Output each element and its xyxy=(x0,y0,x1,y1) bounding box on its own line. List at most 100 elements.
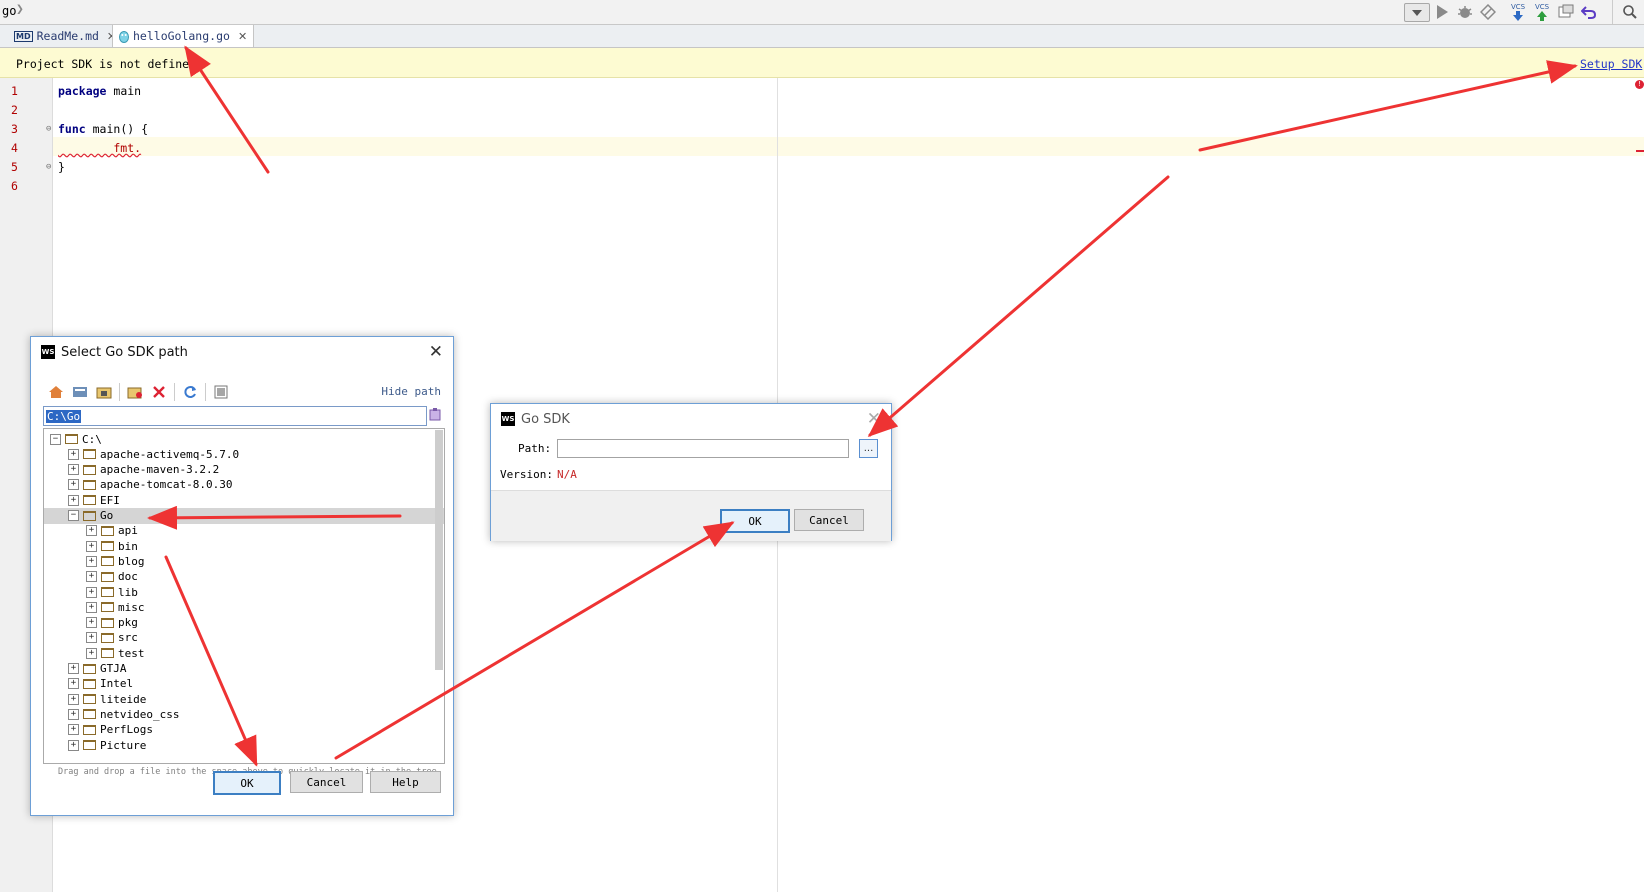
tree-node-label: lib xyxy=(118,585,138,599)
expand-icon[interactable]: + xyxy=(68,448,79,460)
tree-node[interactable]: + src xyxy=(44,630,444,646)
tree-node[interactable]: + doc xyxy=(44,569,444,585)
expand-icon[interactable]: + xyxy=(68,464,79,476)
tree-node[interactable]: + api xyxy=(44,523,444,539)
expand-icon[interactable]: + xyxy=(86,571,97,583)
tree-node[interactable]: + GTJA xyxy=(44,661,444,677)
desktop-icon[interactable] xyxy=(71,383,89,401)
breadcrumb-project[interactable]: go xyxy=(2,4,16,18)
tree-node-label: test xyxy=(118,646,145,660)
expand-icon[interactable]: + xyxy=(68,494,79,506)
close-icon[interactable]: ✕ xyxy=(238,30,247,43)
tree-node-label: apache-tomcat-8.0.30 xyxy=(100,478,233,492)
expand-icon[interactable]: + xyxy=(68,708,79,720)
tree-node[interactable]: + lib xyxy=(44,584,444,600)
browse-button[interactable]: ... xyxy=(859,439,878,458)
folder-icon xyxy=(101,602,114,613)
delete-icon[interactable] xyxy=(150,383,168,401)
code-line[interactable]: func main() { xyxy=(58,122,148,136)
run-button[interactable] xyxy=(1432,2,1452,22)
line-number: 2 xyxy=(11,103,18,117)
fold-marker-icon[interactable]: ⊖ xyxy=(46,124,51,134)
help-button[interactable]: Help xyxy=(370,771,441,793)
show-hidden-icon[interactable] xyxy=(212,383,230,401)
tree-node[interactable]: + blog xyxy=(44,553,444,569)
tree-node[interactable]: + Intel xyxy=(44,676,444,692)
tree-node-label: liteide xyxy=(100,692,147,706)
tree-node-label: Picture xyxy=(100,738,147,752)
project-folder-icon[interactable] xyxy=(95,383,113,401)
sdk-path-input[interactable] xyxy=(557,439,849,458)
debug-button[interactable] xyxy=(1455,2,1475,22)
collapse-icon[interactable]: − xyxy=(68,510,79,521)
path-history-icon[interactable] xyxy=(429,407,441,424)
code-line[interactable]: } xyxy=(58,160,65,174)
tree-node-label: misc xyxy=(118,600,145,614)
coverage-button[interactable] xyxy=(1478,2,1498,22)
expand-icon[interactable]: + xyxy=(86,540,97,552)
tree-node[interactable]: + EFI xyxy=(44,492,444,508)
hide-path-link[interactable]: Hide path xyxy=(381,385,441,398)
expand-icon[interactable]: + xyxy=(86,586,97,598)
expand-icon[interactable]: + xyxy=(68,739,79,751)
tree-node[interactable]: + liteide xyxy=(44,691,444,707)
vcs-update-button[interactable]: VCS xyxy=(1508,2,1528,22)
code-line[interactable]: package main xyxy=(58,84,141,98)
tree-node[interactable]: + bin xyxy=(44,538,444,554)
search-button[interactable] xyxy=(1620,2,1640,22)
error-indicator-icon[interactable]: ! xyxy=(1635,80,1644,89)
tree-node[interactable]: + apache-maven-3.2.2 xyxy=(44,462,444,478)
tree-node[interactable]: + test xyxy=(44,645,444,661)
tree-node-label: GTJA xyxy=(100,662,127,675)
close-icon[interactable]: ✕ xyxy=(867,409,881,429)
tree-scrollbar[interactable] xyxy=(435,430,443,670)
tree-node[interactable]: + Picture xyxy=(44,737,444,753)
cancel-button[interactable]: Cancel xyxy=(794,509,864,531)
expand-icon[interactable]: + xyxy=(68,479,79,491)
new-folder-icon[interactable] xyxy=(126,383,144,401)
tab-hellogolang[interactable]: helloGolang.go ✕ xyxy=(112,25,255,47)
toolbar-separator xyxy=(119,383,120,401)
expand-icon[interactable]: + xyxy=(68,678,79,690)
fold-marker-icon[interactable]: ⊖ xyxy=(46,162,51,172)
run-config-dropdown[interactable] xyxy=(1404,3,1430,22)
tree-node[interactable]: + PerfLogs xyxy=(44,722,444,738)
expand-icon[interactable]: + xyxy=(68,663,79,674)
expand-icon[interactable]: + xyxy=(86,632,97,644)
path-input[interactable]: C:\Go xyxy=(43,406,427,426)
refresh-icon[interactable] xyxy=(181,383,199,401)
ok-button[interactable]: OK xyxy=(720,509,790,533)
expand-icon[interactable]: + xyxy=(86,601,97,613)
vcs-commit-button[interactable]: VCS xyxy=(1532,2,1552,22)
expand-icon[interactable]: + xyxy=(86,617,97,629)
tree-node[interactable]: + pkg xyxy=(44,615,444,631)
vcs-history-button[interactable] xyxy=(1556,2,1576,22)
setup-sdk-link[interactable]: Setup SDK xyxy=(1580,57,1642,71)
tree-node[interactable]: + netvideo_css xyxy=(44,706,444,722)
expand-icon[interactable]: + xyxy=(86,647,97,659)
ok-button[interactable]: OK xyxy=(213,771,281,795)
tree-node[interactable]: − C:\ xyxy=(44,431,435,447)
expand-icon[interactable]: + xyxy=(68,693,79,705)
tree-node-label: doc xyxy=(118,570,138,584)
expand-icon[interactable]: + xyxy=(86,555,97,567)
expand-icon[interactable]: + xyxy=(86,525,97,537)
code-line[interactable]: fmt. xyxy=(58,141,141,155)
tree-node[interactable]: + apache-activemq-5.7.0 xyxy=(44,446,444,462)
home-icon[interactable] xyxy=(47,383,65,401)
folder-icon xyxy=(101,617,114,628)
revert-button[interactable] xyxy=(1579,2,1599,22)
tree-node[interactable]: + misc xyxy=(44,599,444,615)
tab-readme[interactable]: MD ReadMe.md ✕ xyxy=(8,25,122,47)
tree-node-label: pkg xyxy=(118,616,138,630)
collapse-icon[interactable]: − xyxy=(50,433,61,445)
expand-icon[interactable]: + xyxy=(68,724,79,736)
error-stripe-mark[interactable] xyxy=(1636,150,1644,152)
tree-node[interactable]: − Go xyxy=(44,507,444,524)
tree-node[interactable]: + apache-tomcat-8.0.30 xyxy=(44,477,444,493)
tree-node-label: netvideo_css xyxy=(100,707,180,721)
cancel-button[interactable]: Cancel xyxy=(290,771,363,793)
coverage-icon xyxy=(1480,4,1496,20)
close-icon[interactable]: ✕ xyxy=(429,342,443,362)
file-tree[interactable]: − C:\ + apache-activemq-5.7.0 + apache-maven-… xyxy=(43,428,445,764)
